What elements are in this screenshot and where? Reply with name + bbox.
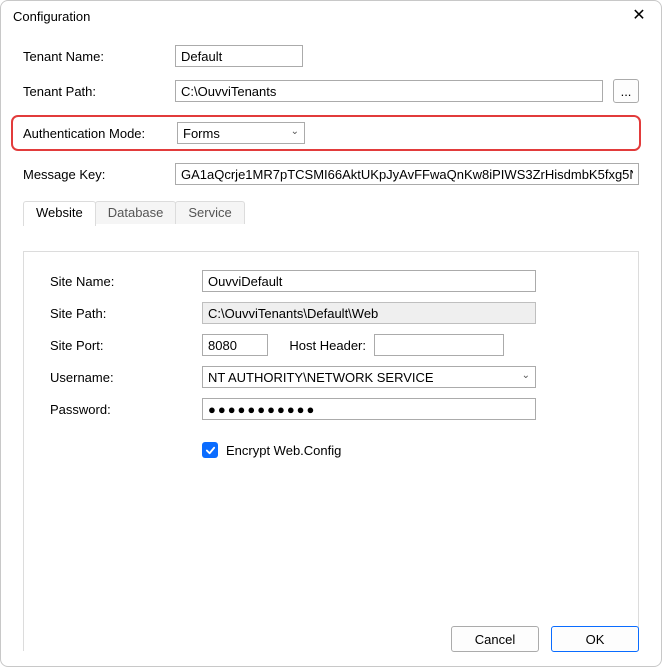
cancel-button[interactable]: Cancel <box>451 626 539 652</box>
tab-service[interactable]: Service <box>175 201 244 224</box>
encrypt-label: Encrypt Web.Config <box>226 443 341 458</box>
auth-mode-row: Authentication Mode: ⌄ <box>11 115 641 151</box>
tenant-name-label: Tenant Name: <box>23 49 175 64</box>
checkmark-icon <box>205 445 216 456</box>
tenant-path-label: Tenant Path: <box>23 84 175 99</box>
username-label: Username: <box>50 370 202 385</box>
site-name-label: Site Name: <box>50 274 202 289</box>
encrypt-row: Encrypt Web.Config <box>202 442 612 458</box>
host-header-label: Host Header: <box>268 338 374 353</box>
auth-mode-select[interactable] <box>177 122 305 144</box>
tenant-path-row: Tenant Path: ... <box>23 79 639 103</box>
tab-strip: Website Database Service <box>23 201 639 225</box>
site-name-input[interactable] <box>202 270 536 292</box>
site-port-input[interactable] <box>202 334 268 356</box>
ok-button[interactable]: OK <box>551 626 639 652</box>
window-title: Configuration <box>13 9 90 24</box>
site-path-input[interactable] <box>202 302 536 324</box>
dialog-footer: Cancel OK <box>451 626 639 652</box>
message-key-label: Message Key: <box>23 167 175 182</box>
tab-panel-website: Site Name: Site Path: Site Port: Host He… <box>24 251 638 651</box>
tab-database[interactable]: Database <box>95 201 177 224</box>
title-bar: Configuration ✕ <box>1 1 661 31</box>
tenant-path-browse-button[interactable]: ... <box>613 79 639 103</box>
tenant-path-input[interactable] <box>175 80 603 102</box>
auth-mode-label: Authentication Mode: <box>23 126 177 141</box>
tab-website[interactable]: Website <box>23 201 96 226</box>
message-key-row: Message Key: <box>23 163 639 185</box>
tenant-name-row: Tenant Name: <box>23 45 639 67</box>
tenant-name-input[interactable] <box>175 45 303 67</box>
dialog-body: Tenant Name: Tenant Path: ... Authentica… <box>1 31 661 665</box>
password-input[interactable] <box>202 398 536 420</box>
encrypt-checkbox[interactable] <box>202 442 218 458</box>
username-select[interactable] <box>202 366 536 388</box>
site-port-label: Site Port: <box>50 338 202 353</box>
host-header-input[interactable] <box>374 334 504 356</box>
close-icon[interactable]: ✕ <box>627 8 651 24</box>
password-label: Password: <box>50 402 202 417</box>
message-key-input[interactable] <box>175 163 639 185</box>
site-path-label: Site Path: <box>50 306 202 321</box>
